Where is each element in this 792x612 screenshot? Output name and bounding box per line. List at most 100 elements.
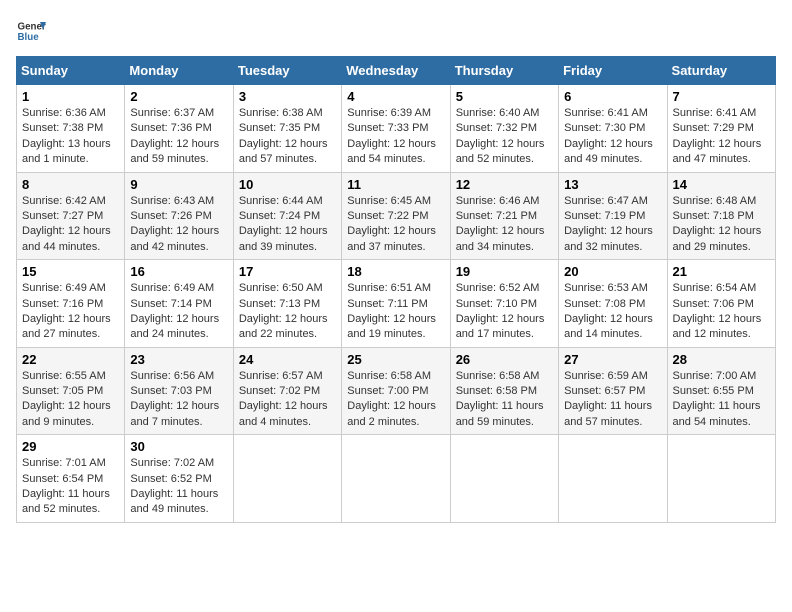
day-info: Sunrise: 6:41 AM Sunset: 7:30 PM Dayligh…	[564, 106, 661, 168]
calendar-table: SundayMondayTuesdayWednesdayThursdayFrid…	[16, 56, 776, 523]
calendar-cell: 20Sunrise: 6:53 AM Sunset: 7:08 PM Dayli…	[559, 260, 667, 348]
day-number: 23	[130, 352, 227, 367]
header: General Blue	[16, 16, 776, 46]
day-info: Sunrise: 6:56 AM Sunset: 7:03 PM Dayligh…	[130, 369, 227, 431]
calendar-cell: 10Sunrise: 6:44 AM Sunset: 7:24 PM Dayli…	[233, 172, 341, 260]
day-info: Sunrise: 6:57 AM Sunset: 7:02 PM Dayligh…	[239, 369, 336, 431]
day-number: 14	[673, 177, 770, 192]
day-info: Sunrise: 6:59 AM Sunset: 6:57 PM Dayligh…	[564, 369, 661, 431]
day-info: Sunrise: 6:50 AM Sunset: 7:13 PM Dayligh…	[239, 281, 336, 343]
day-number: 9	[130, 177, 227, 192]
day-number: 5	[456, 89, 553, 104]
day-number: 27	[564, 352, 661, 367]
calendar-cell: 27 Sunrise: 6:59 AM Sunset: 6:57 PM Dayli…	[559, 347, 667, 435]
calendar-cell: 9 Sunrise: 6:43 AM Sunset: 7:26 PM Daylig…	[125, 172, 233, 260]
column-header-saturday: Saturday	[667, 57, 775, 85]
calendar-cell	[667, 435, 775, 523]
calendar-cell: 14 Sunrise: 6:48 AM Sunset: 7:18 PM Dayli…	[667, 172, 775, 260]
calendar-cell: 19Sunrise: 6:52 AM Sunset: 7:10 PM Dayli…	[450, 260, 558, 348]
column-header-sunday: Sunday	[17, 57, 125, 85]
day-info: Sunrise: 6:38 AM Sunset: 7:35 PM Dayligh…	[239, 106, 336, 168]
logo: General Blue	[16, 16, 46, 46]
day-number: 4	[347, 89, 444, 104]
calendar-week-3: 15 Sunrise: 6:49 AM Sunset: 7:16 PM Dayli…	[17, 260, 776, 348]
day-number: 3	[239, 89, 336, 104]
day-info: Sunrise: 6:58 AM Sunset: 6:58 PM Dayligh…	[456, 369, 553, 431]
calendar-cell: 6 Sunrise: 6:41 AM Sunset: 7:30 PM Daylig…	[559, 85, 667, 173]
calendar-cell: 24 Sunrise: 6:57 AM Sunset: 7:02 PM Dayli…	[233, 347, 341, 435]
calendar-cell: 7 Sunrise: 6:41 AM Sunset: 7:29 PM Daylig…	[667, 85, 775, 173]
svg-text:Blue: Blue	[18, 32, 40, 43]
day-number: 22	[22, 352, 119, 367]
calendar-cell: 26Sunrise: 6:58 AM Sunset: 6:58 PM Dayli…	[450, 347, 558, 435]
calendar-cell: 2 Sunrise: 6:37 AM Sunset: 7:36 PM Daylig…	[125, 85, 233, 173]
day-info: Sunrise: 6:46 AM Sunset: 7:21 PM Dayligh…	[456, 194, 553, 256]
day-info: Sunrise: 6:49 AM Sunset: 7:14 PM Dayligh…	[130, 281, 227, 343]
day-number: 7	[673, 89, 770, 104]
day-info: Sunrise: 6:37 AM Sunset: 7:36 PM Dayligh…	[130, 106, 227, 168]
calendar-cell: 5 Sunrise: 6:40 AM Sunset: 7:32 PM Daylig…	[450, 85, 558, 173]
calendar-cell: 3 Sunrise: 6:38 AM Sunset: 7:35 PM Daylig…	[233, 85, 341, 173]
calendar-cell	[450, 435, 558, 523]
calendar-cell: 1 Sunrise: 6:36 AM Sunset: 7:38 PM Daylig…	[17, 85, 125, 173]
day-number: 6	[564, 89, 661, 104]
day-number: 30	[130, 439, 227, 454]
day-number: 20	[564, 264, 661, 279]
day-info: Sunrise: 6:36 AM Sunset: 7:38 PM Dayligh…	[22, 106, 119, 168]
calendar-cell	[342, 435, 450, 523]
calendar-week-2: 8 Sunrise: 6:42 AM Sunset: 7:27 PM Daylig…	[17, 172, 776, 260]
day-info: Sunrise: 7:02 AM Sunset: 6:52 PM Dayligh…	[130, 456, 227, 518]
day-info: Sunrise: 7:01 AM Sunset: 6:54 PM Dayligh…	[22, 456, 119, 518]
day-number: 28	[673, 352, 770, 367]
day-number: 18	[347, 264, 444, 279]
calendar-cell: 11Sunrise: 6:45 AM Sunset: 7:22 PM Dayli…	[342, 172, 450, 260]
day-number: 16	[130, 264, 227, 279]
day-info: Sunrise: 6:49 AM Sunset: 7:16 PM Dayligh…	[22, 281, 119, 343]
day-info: Sunrise: 6:40 AM Sunset: 7:32 PM Dayligh…	[456, 106, 553, 168]
day-number: 1	[22, 89, 119, 104]
day-info: Sunrise: 6:52 AM Sunset: 7:10 PM Dayligh…	[456, 281, 553, 343]
day-number: 15	[22, 264, 119, 279]
calendar-cell: 21 Sunrise: 6:54 AM Sunset: 7:06 PM Dayli…	[667, 260, 775, 348]
day-info: Sunrise: 6:48 AM Sunset: 7:18 PM Dayligh…	[673, 194, 770, 256]
day-info: Sunrise: 6:54 AM Sunset: 7:06 PM Dayligh…	[673, 281, 770, 343]
day-number: 12	[456, 177, 553, 192]
calendar-week-1: 1 Sunrise: 6:36 AM Sunset: 7:38 PM Daylig…	[17, 85, 776, 173]
day-number: 25	[347, 352, 444, 367]
day-info: Sunrise: 6:41 AM Sunset: 7:29 PM Dayligh…	[673, 106, 770, 168]
day-number: 24	[239, 352, 336, 367]
day-number: 21	[673, 264, 770, 279]
calendar-cell	[233, 435, 341, 523]
calendar-cell: 16 Sunrise: 6:49 AM Sunset: 7:14 PM Dayli…	[125, 260, 233, 348]
day-info: Sunrise: 6:43 AM Sunset: 7:26 PM Dayligh…	[130, 194, 227, 256]
column-header-thursday: Thursday	[450, 57, 558, 85]
calendar-cell: 13Sunrise: 6:47 AM Sunset: 7:19 PM Dayli…	[559, 172, 667, 260]
calendar-week-5: 29 Sunrise: 7:01 AM Sunset: 6:54 PM Dayli…	[17, 435, 776, 523]
calendar-cell: 12 Sunrise: 6:46 AM Sunset: 7:21 PM Dayli…	[450, 172, 558, 260]
column-header-wednesday: Wednesday	[342, 57, 450, 85]
day-info: Sunrise: 6:42 AM Sunset: 7:27 PM Dayligh…	[22, 194, 119, 256]
calendar-cell: 23 Sunrise: 6:56 AM Sunset: 7:03 PM Dayli…	[125, 347, 233, 435]
day-info: Sunrise: 6:47 AM Sunset: 7:19 PM Dayligh…	[564, 194, 661, 256]
calendar-cell: 8 Sunrise: 6:42 AM Sunset: 7:27 PM Daylig…	[17, 172, 125, 260]
calendar-cell: 17Sunrise: 6:50 AM Sunset: 7:13 PM Dayli…	[233, 260, 341, 348]
day-number: 10	[239, 177, 336, 192]
day-number: 29	[22, 439, 119, 454]
calendar-cell: 15 Sunrise: 6:49 AM Sunset: 7:16 PM Dayli…	[17, 260, 125, 348]
logo-icon: General Blue	[16, 16, 46, 46]
calendar-cell: 18Sunrise: 6:51 AM Sunset: 7:11 PM Dayli…	[342, 260, 450, 348]
calendar-body: 1 Sunrise: 6:36 AM Sunset: 7:38 PM Daylig…	[17, 85, 776, 523]
column-header-friday: Friday	[559, 57, 667, 85]
day-number: 2	[130, 89, 227, 104]
calendar-cell: 30 Sunrise: 7:02 AM Sunset: 6:52 PM Dayli…	[125, 435, 233, 523]
calendar-cell: 29 Sunrise: 7:01 AM Sunset: 6:54 PM Dayli…	[17, 435, 125, 523]
calendar-cell: 25 Sunrise: 6:58 AM Sunset: 7:00 PM Dayli…	[342, 347, 450, 435]
day-number: 8	[22, 177, 119, 192]
day-info: Sunrise: 7:00 AM Sunset: 6:55 PM Dayligh…	[673, 369, 770, 431]
day-info: Sunrise: 6:45 AM Sunset: 7:22 PM Dayligh…	[347, 194, 444, 256]
column-header-tuesday: Tuesday	[233, 57, 341, 85]
day-info: Sunrise: 6:39 AM Sunset: 7:33 PM Dayligh…	[347, 106, 444, 168]
day-info: Sunrise: 6:55 AM Sunset: 7:05 PM Dayligh…	[22, 369, 119, 431]
day-info: Sunrise: 6:58 AM Sunset: 7:00 PM Dayligh…	[347, 369, 444, 431]
calendar-cell	[559, 435, 667, 523]
